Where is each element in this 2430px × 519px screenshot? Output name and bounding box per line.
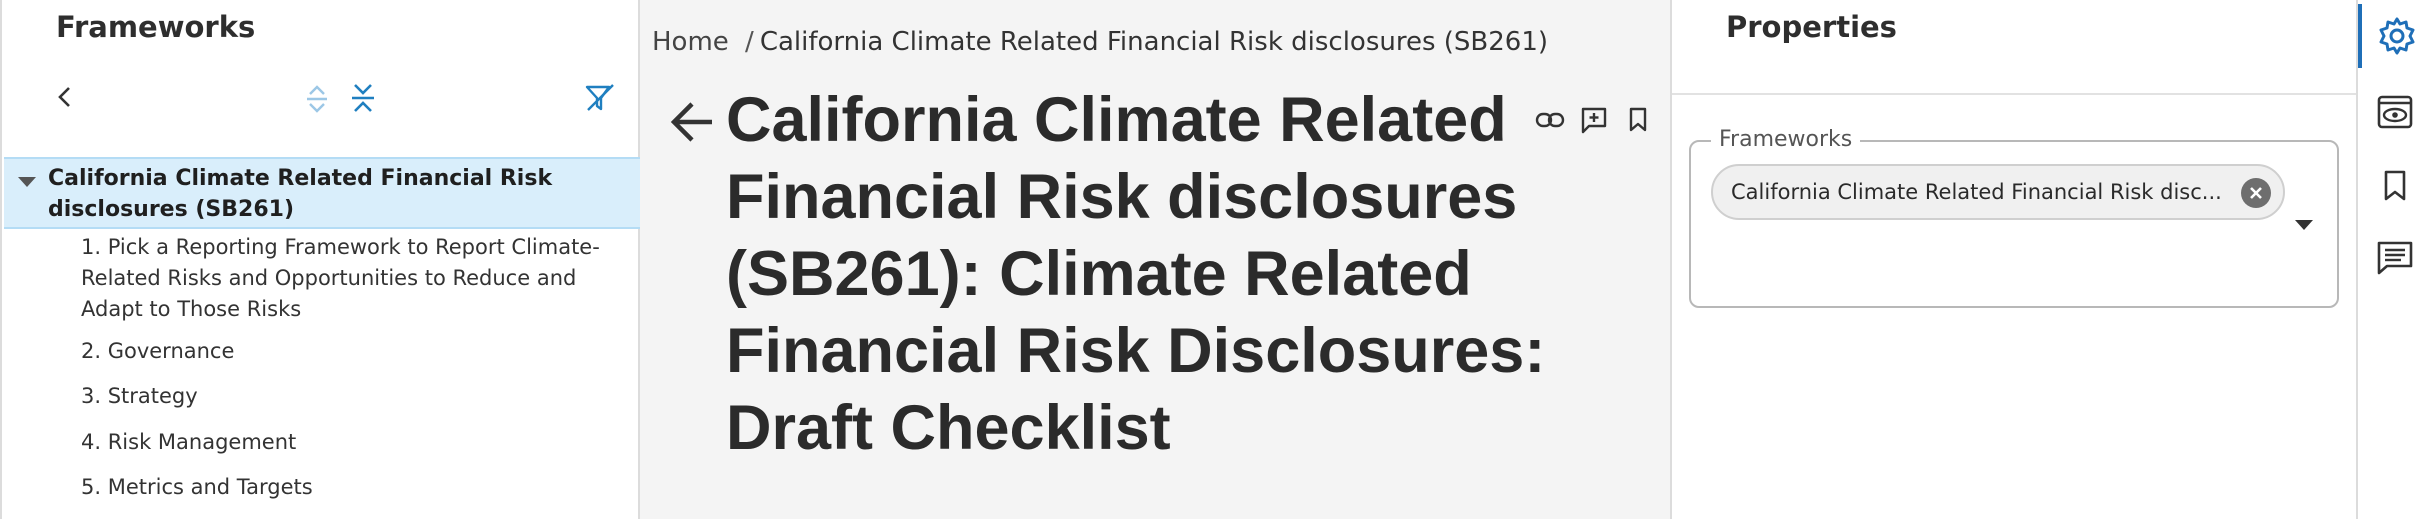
close-icon: [2250, 187, 2262, 199]
tree-item[interactable]: 2. Governance: [81, 336, 234, 367]
frameworks-panel: Frameworks California Climate Related Fi…: [0, 0, 640, 519]
arrow-left-icon: [670, 102, 712, 142]
breadcrumb: Home / California Climate Related Financi…: [652, 27, 1548, 57]
frameworks-panel-title: Frameworks: [56, 10, 256, 44]
frameworks-field-label: Frameworks: [1711, 127, 1861, 152]
properties-title: Properties: [1726, 10, 1897, 44]
bookmark-icon: [2384, 170, 2406, 201]
bookmark-button[interactable]: [1622, 104, 1654, 136]
document-actions: [1534, 104, 1654, 136]
properties-panel: Properties Frameworks California Climate…: [1672, 0, 2356, 519]
expand-all-icon: [307, 85, 327, 113]
right-rail: [2356, 0, 2430, 519]
filter-clear-icon: [585, 84, 614, 111]
framework-chip-label: California Climate Related Financial Ris…: [1731, 180, 2222, 204]
add-comment-button[interactable]: [1578, 104, 1610, 136]
breadcrumb-current: California Climate Related Financial Ris…: [759, 27, 1549, 57]
back-button[interactable]: [50, 82, 80, 112]
collapse-all-icon: [352, 84, 374, 112]
collapse-all-button[interactable]: [346, 80, 380, 116]
document-view: Home / California Climate Related Financi…: [640, 0, 1672, 519]
clear-filter-button[interactable]: [582, 80, 618, 116]
document-title: California Climate Related Financial Ris…: [726, 85, 1546, 463]
rail-preview-button[interactable]: [2358, 80, 2430, 144]
caret-down-icon[interactable]: [2295, 220, 2313, 230]
divider: [1672, 93, 2356, 95]
rail-settings-button[interactable]: [2358, 4, 2430, 68]
tree-item[interactable]: 5. Metrics and Targets: [81, 472, 313, 503]
comments-icon: [2377, 241, 2413, 275]
bookmark-icon: [1629, 107, 1647, 132]
tree-item[interactable]: 1. Pick a Reporting Framework to Report …: [81, 232, 641, 325]
chevron-left-icon: [58, 87, 70, 107]
preview-icon: [2377, 95, 2413, 129]
framework-tree: California Climate Related Financial Ris…: [4, 157, 640, 499]
copy-link-button[interactable]: [1534, 104, 1566, 136]
breadcrumb-separator: /: [745, 27, 754, 57]
caret-down-icon[interactable]: [18, 177, 36, 187]
back-arrow-button[interactable]: [668, 98, 716, 146]
tree-item[interactable]: 4. Risk Management: [81, 427, 296, 458]
rail-comments-button[interactable]: [2358, 226, 2430, 290]
breadcrumb-home-link[interactable]: Home: [652, 27, 729, 57]
framework-chip[interactable]: California Climate Related Financial Ris…: [1711, 164, 2285, 220]
add-comment-icon: [1581, 107, 1607, 134]
expand-all-button[interactable]: [300, 82, 334, 116]
frameworks-select-field[interactable]: Frameworks California Climate Related Fi…: [1689, 127, 2339, 308]
rail-bookmarks-button[interactable]: [2358, 154, 2430, 218]
chip-remove-button[interactable]: [2241, 178, 2271, 208]
tree-root-item[interactable]: California Climate Related Financial Ris…: [4, 157, 640, 229]
tree-root-label: California Climate Related Financial Ris…: [48, 166, 553, 222]
link-icon: [1535, 112, 1565, 128]
tree-item[interactable]: 3. Strategy: [81, 381, 198, 412]
settings-icon: [2379, 17, 2415, 55]
